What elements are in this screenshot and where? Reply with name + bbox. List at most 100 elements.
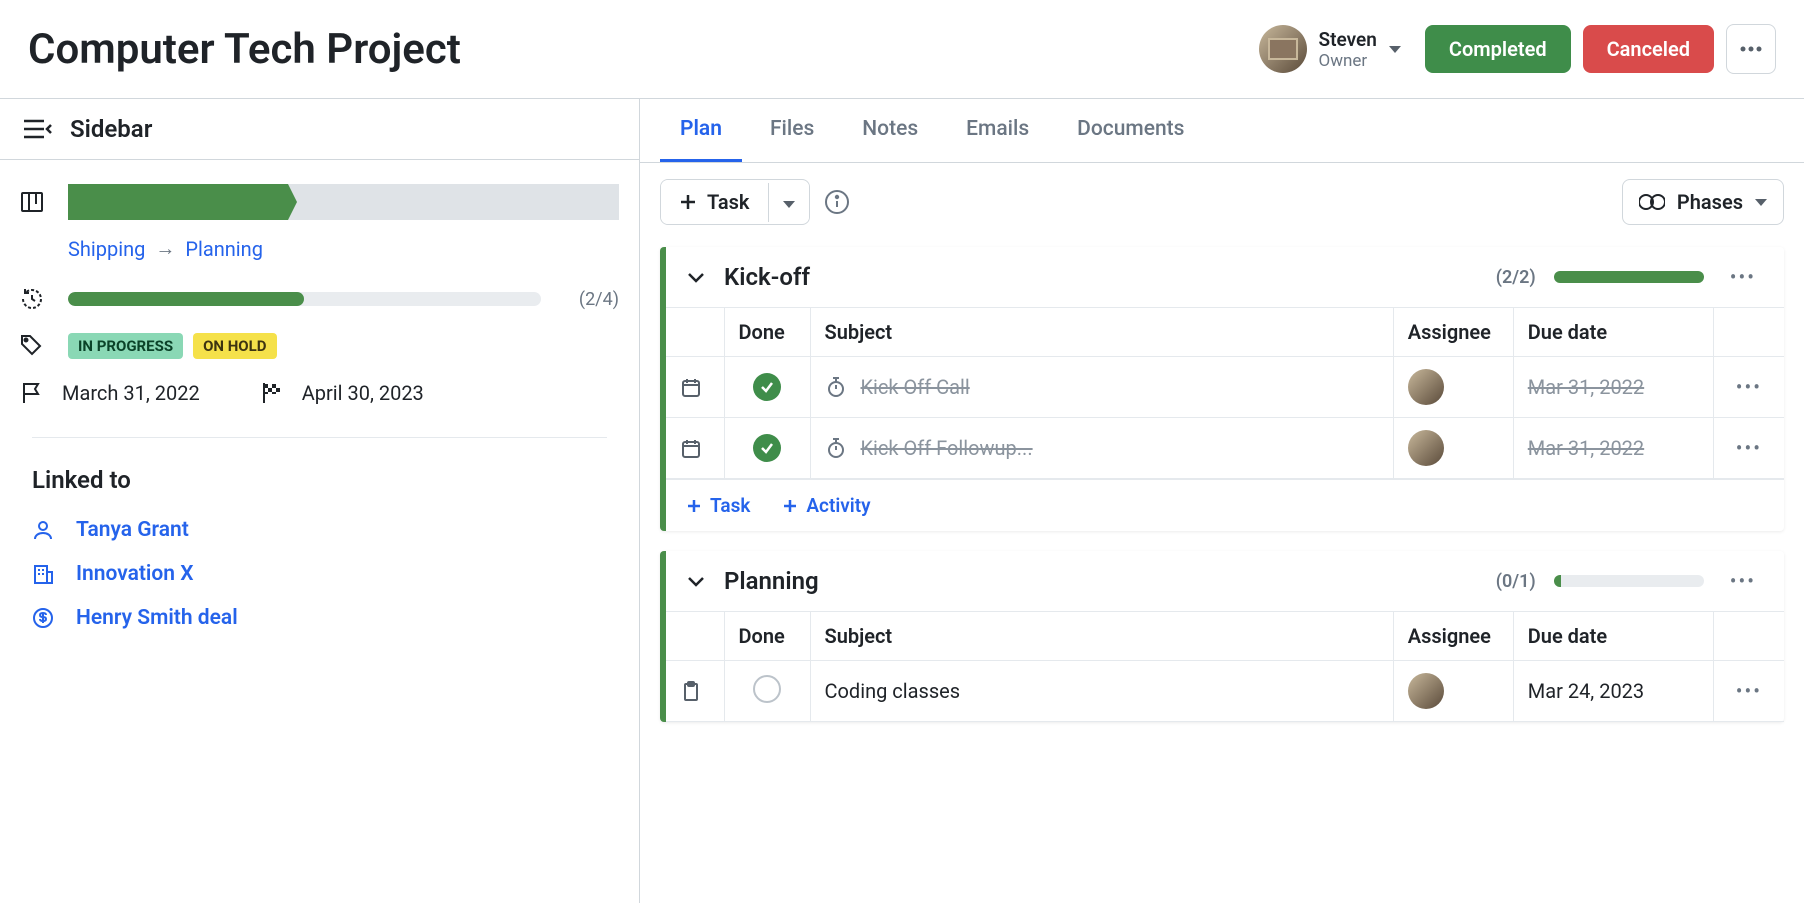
calendar-icon (680, 376, 710, 398)
canceled-button[interactable]: Canceled (1583, 25, 1714, 73)
col-due: Due date (1513, 612, 1713, 661)
linked-item[interactable]: Tanya Grant (32, 518, 619, 542)
flag-end-icon (260, 381, 284, 405)
subject-text: Coding classes (825, 679, 961, 703)
tab-plan[interactable]: Plan (660, 99, 742, 162)
col-assignee: Assignee (1393, 612, 1513, 661)
phase-link-to[interactable]: Planning (185, 237, 263, 261)
row-more-button[interactable]: ••• (1728, 675, 1770, 707)
section-footer: Task Activity (666, 479, 1784, 531)
tab-notes[interactable]: Notes (842, 99, 938, 162)
completed-button[interactable]: Completed (1425, 25, 1571, 73)
linked-item-label: Innovation X (76, 562, 194, 586)
phases-button[interactable]: Phases (1622, 179, 1784, 225)
col-subject: Subject (810, 612, 1393, 661)
phases-icon (1639, 192, 1665, 212)
col-subject: Subject (810, 308, 1393, 357)
linked-list: Tanya Grant Innovation X Henry Smith deal (20, 518, 619, 630)
col-done: Done (724, 308, 810, 357)
subject-text: Kick Off Call (861, 375, 970, 399)
sidebar: Sidebar Shipping → Planning (0, 99, 640, 903)
page-title: Computer Tech Project (28, 25, 1259, 74)
section: Kick-off (2/2) ••• Done Subject Assignee… (660, 247, 1784, 531)
assignee-avatar[interactable] (1408, 673, 1444, 709)
kanban-icon (20, 190, 44, 214)
tab-emails[interactable]: Emails (946, 99, 1049, 162)
chevron-down-icon (1755, 199, 1767, 206)
main-content: PlanFilesNotesEmailsDocuments Task Phase… (640, 99, 1804, 903)
check-done-icon[interactable] (753, 434, 781, 462)
assignee-avatar[interactable] (1408, 369, 1444, 405)
tag-icon (20, 334, 44, 358)
linked-item-label: Henry Smith deal (76, 606, 238, 630)
col-assignee: Assignee (1393, 308, 1513, 357)
dots-icon (1740, 46, 1762, 52)
more-button[interactable] (1726, 24, 1776, 74)
linked-item-label: Tanya Grant (76, 518, 189, 542)
tab-documents[interactable]: Documents (1057, 99, 1204, 162)
table-row[interactable]: Kick Off Call Mar 31, 2022 ••• (666, 357, 1784, 418)
add-task-link[interactable]: Task (686, 494, 750, 517)
stopwatch-icon (825, 437, 847, 459)
section-more-button[interactable]: ••• (1722, 565, 1764, 597)
check-undone-icon[interactable] (753, 675, 781, 703)
chevron-down-icon (1389, 46, 1401, 53)
row-more-button[interactable]: ••• (1728, 371, 1770, 403)
section-title: Kick-off (724, 263, 1478, 291)
start-date: March 31, 2022 (62, 381, 200, 405)
task-table: Done Subject Assignee Due date Kick Off … (666, 307, 1784, 479)
user-name: Steven (1319, 28, 1377, 51)
phase-link-from[interactable]: Shipping (68, 237, 145, 261)
user-menu[interactable]: Steven Owner (1259, 25, 1401, 73)
task-dropdown-button[interactable] (768, 183, 809, 222)
subject-text: Kick Off Followup... (861, 436, 1033, 460)
stopwatch-icon (825, 376, 847, 398)
chevron-down-icon[interactable] (686, 574, 706, 588)
chevron-down-icon[interactable] (686, 270, 706, 284)
row-more-button[interactable]: ••• (1728, 432, 1770, 464)
user-role: Owner (1319, 51, 1377, 71)
add-task-button[interactable]: Task (661, 180, 768, 224)
tag: ON HOLD (193, 333, 276, 359)
col-done: Done (724, 612, 810, 661)
linked-item[interactable]: Innovation X (32, 562, 619, 586)
tags: IN PROGRESS ON HOLD (68, 333, 277, 359)
section: Planning (0/1) ••• Done Subject Assignee… (660, 551, 1784, 722)
assignee-avatar[interactable] (1408, 430, 1444, 466)
clipboard-icon (680, 680, 710, 702)
check-done-icon[interactable] (753, 373, 781, 401)
end-date: April 30, 2023 (302, 381, 424, 405)
task-table: Done Subject Assignee Due date Coding cl… (666, 611, 1784, 722)
calendar-icon (680, 437, 710, 459)
plus-icon (679, 193, 697, 211)
info-icon[interactable] (824, 189, 850, 215)
section-title: Planning (724, 567, 1478, 595)
section-more-button[interactable]: ••• (1722, 261, 1764, 293)
table-row[interactable]: Kick Off Followup... Mar 31, 2022 ••• (666, 418, 1784, 479)
task-button-group: Task (660, 179, 810, 225)
arrow-right-icon: → (155, 236, 175, 261)
toolbar: Task Phases (640, 163, 1804, 241)
section-header: Planning (0/1) ••• (666, 551, 1784, 611)
section-count: (2/2) (1496, 267, 1536, 288)
chevron-down-icon (783, 201, 795, 208)
tag: IN PROGRESS (68, 333, 183, 359)
page-header: Computer Tech Project Steven Owner Compl… (0, 0, 1804, 99)
linked-item[interactable]: Henry Smith deal (32, 606, 619, 630)
progress-bar (68, 292, 541, 306)
dollar-icon (32, 607, 54, 629)
tabs: PlanFilesNotesEmailsDocuments (640, 99, 1804, 163)
building-icon (32, 563, 54, 585)
tab-files[interactable]: Files (750, 99, 834, 162)
table-row[interactable]: Coding classes Mar 24, 2023 ••• (666, 661, 1784, 722)
linked-title: Linked to (32, 466, 619, 494)
collapse-icon[interactable] (22, 117, 52, 141)
section-progress (1554, 271, 1704, 283)
sidebar-title: Sidebar (70, 115, 152, 143)
add-activity-link[interactable]: Activity (782, 494, 870, 517)
due-date: Mar 31, 2022 (1528, 375, 1644, 399)
phase-track (68, 184, 619, 220)
due-date: Mar 31, 2022 (1528, 436, 1644, 460)
sidebar-header: Sidebar (0, 99, 639, 160)
flag-start-icon (20, 381, 44, 405)
